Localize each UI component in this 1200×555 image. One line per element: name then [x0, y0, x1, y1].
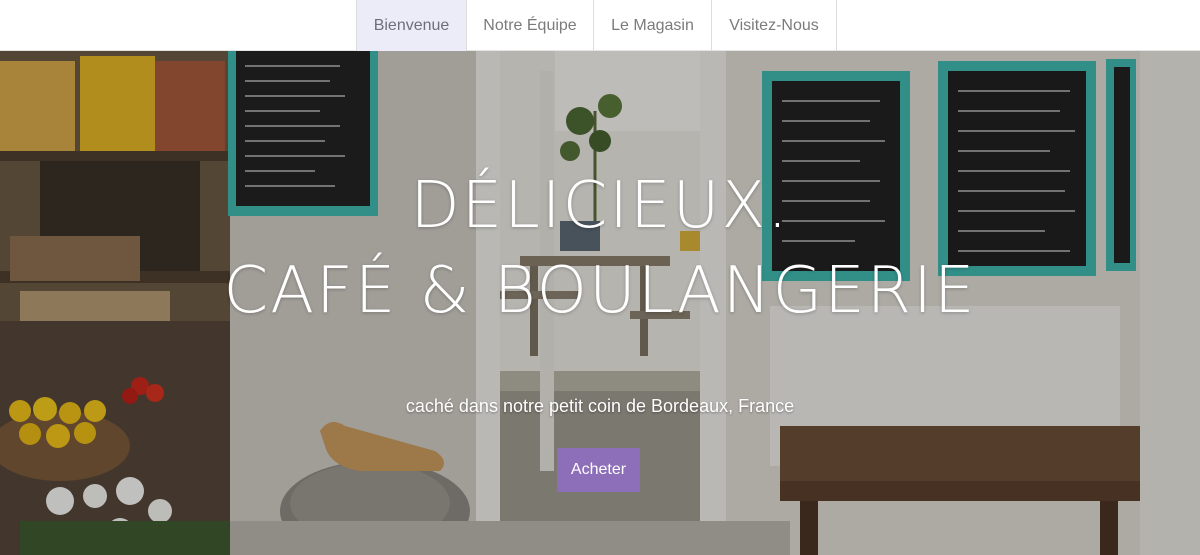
nav-list: Bienvenue Notre Équipe Le Magasin Visite… — [356, 0, 837, 51]
buy-button[interactable]: Acheter — [557, 448, 640, 492]
hero-subtitle: caché dans notre petit coin de Bordeaux,… — [405, 396, 795, 416]
nav-item-bienvenue[interactable]: Bienvenue — [357, 0, 467, 51]
nav-item-visitez-nous[interactable]: Visitez-Nous — [712, 0, 837, 51]
nav-item-le-magasin[interactable]: Le Magasin — [594, 0, 712, 51]
hero-title-line2: CAFÉ & BOULANGERIE — [223, 254, 977, 328]
nav-item-notre-equipe[interactable]: Notre Équipe — [467, 0, 594, 51]
top-navigation: Bienvenue Notre Équipe Le Magasin Visite… — [0, 0, 1200, 51]
hero-section: DÉLICIEUX. CAFÉ & BOULANGERIE caché dans… — [0, 51, 1200, 555]
hero-title-line1: DÉLICIEUX. — [410, 169, 790, 243]
